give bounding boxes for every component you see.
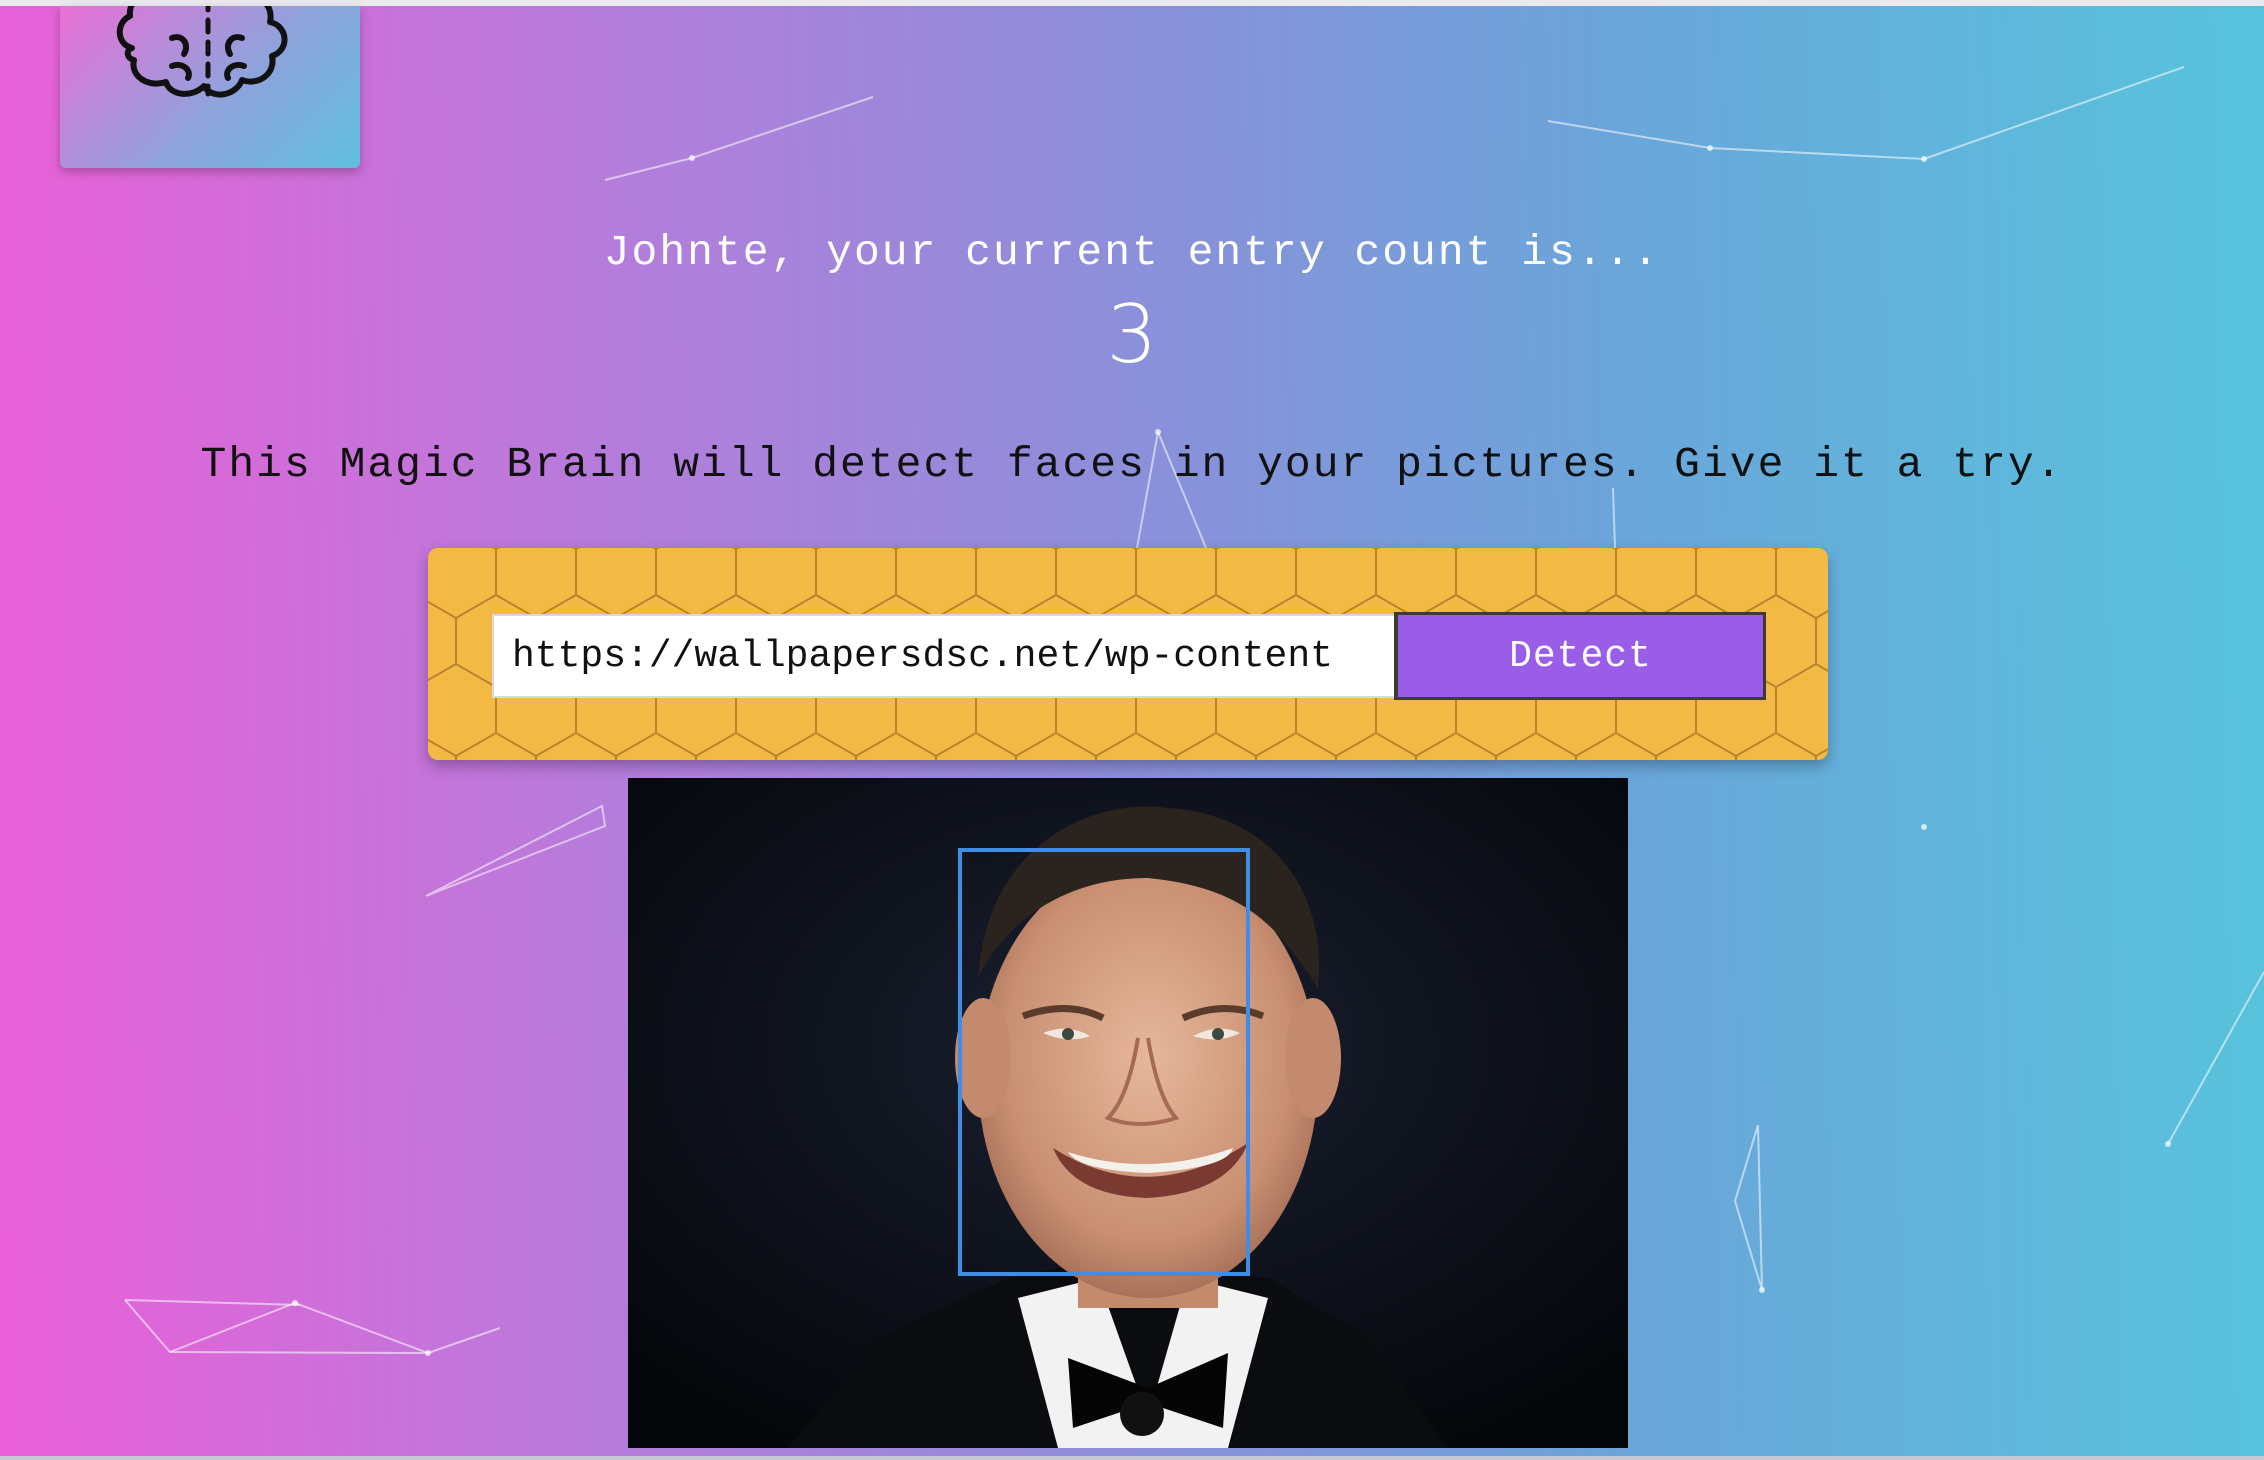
detect-button[interactable]: Detect bbox=[1394, 612, 1766, 700]
image-url-form: Detect bbox=[428, 548, 1828, 760]
logo-card[interactable] bbox=[60, 6, 360, 168]
entry-count-value: 3 bbox=[1106, 288, 1158, 381]
brain-icon bbox=[116, 6, 288, 98]
page-tagline: This Magic Brain will detect faces in yo… bbox=[200, 440, 2064, 489]
face-bounding-box bbox=[958, 848, 1250, 1276]
image-url-input[interactable] bbox=[492, 614, 1396, 698]
entry-count-greeting: Johnte, your current entry count is... bbox=[603, 228, 1661, 277]
result-photo bbox=[628, 778, 1628, 1448]
window-bottom-edge bbox=[0, 1456, 2264, 1460]
